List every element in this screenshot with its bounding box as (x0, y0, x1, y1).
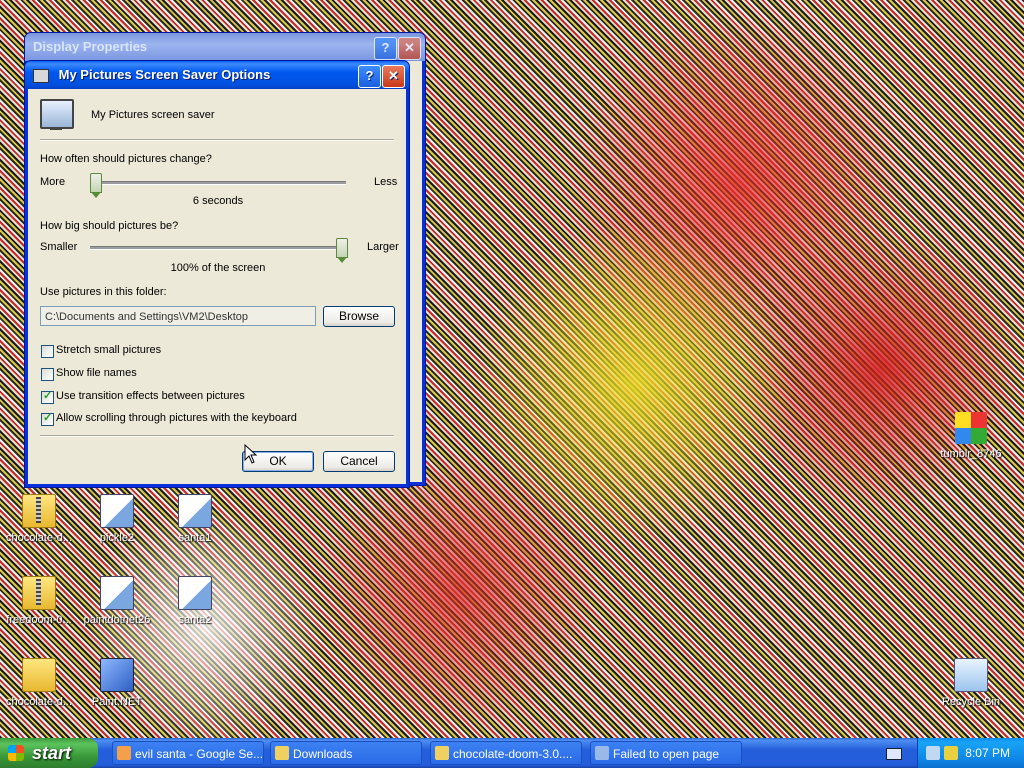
desktop-icon[interactable]: pickle2 (80, 494, 154, 544)
monitor-icon (33, 68, 49, 83)
folder-icon (22, 658, 56, 692)
size-larger-label: Larger (367, 241, 399, 253)
paint-file-icon (178, 494, 212, 528)
change-value: 6 seconds (192, 195, 244, 207)
change-slider-thumb[interactable] (90, 173, 102, 198)
show-file-names-label[interactable]: Show file names (56, 367, 137, 379)
size-value: 100% of the screen (170, 262, 266, 274)
taskbar-item-label: evil santa - Google Se... (135, 747, 264, 761)
desktop-icon[interactable]: freedoom-0... (2, 576, 76, 626)
clock[interactable]: 8:07 PM (965, 738, 1010, 768)
desktop-icon[interactable]: paintdotnet26 (80, 576, 154, 626)
folder-path-field[interactable]: C:\Documents and Settings\VM2\Desktop (40, 306, 316, 326)
start-label: start (32, 743, 72, 763)
desktop-icon-label: santa2 (178, 614, 212, 626)
desktop-icon-label: tumblr_8746 (940, 448, 1002, 460)
stretch-small-pictures-label[interactable]: Stretch small pictures (56, 344, 161, 356)
security-icon[interactable] (944, 746, 958, 760)
monitor-icon (40, 99, 74, 129)
folder-label: Use pictures in this folder: (40, 286, 167, 298)
desktop-icon[interactable]: santa1 (158, 494, 232, 544)
start-button[interactable]: start (0, 738, 98, 768)
desktop-icon[interactable]: Paint.NET (80, 658, 154, 708)
network-icon[interactable] (926, 746, 940, 760)
help-button[interactable]: ? (358, 65, 381, 88)
screensaver-options-dialog: My Pictures Screen Saver Options ? ✕ My … (24, 60, 410, 488)
paint-file-icon (100, 494, 134, 528)
change-question: How often should pictures change? (40, 153, 212, 165)
taskbar-item[interactable]: chocolate-doom-3.0.... (430, 741, 582, 765)
keyboard-scrolling-checkbox[interactable] (41, 411, 54, 426)
keyboard-scrolling-label[interactable]: Allow scrolling through pictures with th… (56, 412, 297, 424)
taskbar-item[interactable]: Downloads (270, 741, 422, 765)
change-slider-track (90, 181, 346, 185)
folder-icon (435, 746, 449, 760)
taskbar-item-label: Failed to open page (613, 747, 720, 761)
system-tray: 8:07 PM (917, 738, 1024, 768)
stretch-small-pictures-checkbox[interactable] (41, 345, 54, 358)
taskbar-item-label: Downloads (293, 747, 353, 761)
close-button[interactable]: ✕ (382, 65, 405, 88)
folder-icon (275, 746, 289, 760)
display-properties-titlebar[interactable]: Display Properties ? ✕ (25, 33, 425, 61)
desktop-icon-label: pickle2 (99, 532, 135, 544)
desktop-icon-label: chocolate-d... (5, 696, 73, 708)
image-file-icon (955, 412, 987, 444)
recycle-bin-icon (954, 658, 988, 692)
dialog-titlebar[interactable]: My Pictures Screen Saver Options ? ✕ (25, 61, 409, 89)
zip-folder-icon (22, 576, 56, 610)
change-more-label: More (40, 176, 66, 188)
dialog-title: My Pictures Screen Saver Options (58, 67, 271, 82)
transition-effects-label[interactable]: Use transition effects between pictures (56, 390, 245, 402)
desktop-icon-label: freedoom-0... (6, 614, 72, 626)
size-question: How big should pictures be? (40, 220, 179, 232)
taskbar-item-label: chocolate-doom-3.0.... (453, 747, 573, 761)
cancel-button[interactable]: Cancel (323, 451, 395, 472)
monitor-stand (50, 127, 62, 130)
taskbar-item[interactable]: evil santa - Google Se... (112, 741, 264, 765)
paint-file-icon (100, 576, 134, 610)
desktop-icon[interactable]: chocolate-d... (2, 658, 76, 708)
desktop-icon-label: Recycle Bin (941, 696, 1001, 708)
help-button[interactable]: ? (374, 37, 397, 60)
screensaver-name: My Pictures screen saver (91, 109, 215, 121)
browser-icon (117, 746, 131, 760)
desktop-icon-label: chocolate-d... (5, 532, 73, 544)
show-file-names-checkbox[interactable] (41, 368, 54, 381)
taskbar-item[interactable]: Failed to open page (590, 741, 742, 765)
browse-button[interactable]: Browse (323, 306, 395, 327)
desktop-icon[interactable]: Recycle Bin (934, 658, 1008, 708)
desktop-icon-label: Paint.NET (91, 696, 143, 708)
size-slider-thumb[interactable] (336, 238, 348, 263)
zip-folder-icon (22, 494, 56, 528)
divider (40, 435, 394, 437)
transition-effects-checkbox[interactable] (41, 389, 54, 404)
close-button[interactable]: ✕ (398, 37, 421, 60)
desktop-icon-label: santa1 (178, 532, 212, 544)
desktop-icon[interactable]: santa2 (158, 576, 232, 626)
desktop-icon[interactable]: chocolate-d... (2, 494, 76, 544)
paintnet-icon (100, 658, 134, 692)
dialog-body: My Pictures screen saver How often shoul… (28, 89, 406, 484)
windows-logo-icon (8, 745, 24, 761)
change-less-label: Less (374, 176, 398, 188)
mouse-cursor-icon (244, 444, 258, 464)
divider (40, 139, 394, 141)
taskbar: start evil santa - Google Se... Download… (0, 738, 1024, 768)
keyboard-icon[interactable] (886, 748, 902, 760)
size-smaller-label: Smaller (40, 241, 78, 253)
paint-file-icon (178, 576, 212, 610)
browser-icon (595, 746, 609, 760)
window-title: Display Properties (33, 39, 148, 54)
desktop-icon-label: paintdotnet26 (83, 614, 151, 626)
desktop-icon[interactable]: tumblr_8746 (934, 412, 1008, 460)
size-slider-track (90, 246, 346, 250)
